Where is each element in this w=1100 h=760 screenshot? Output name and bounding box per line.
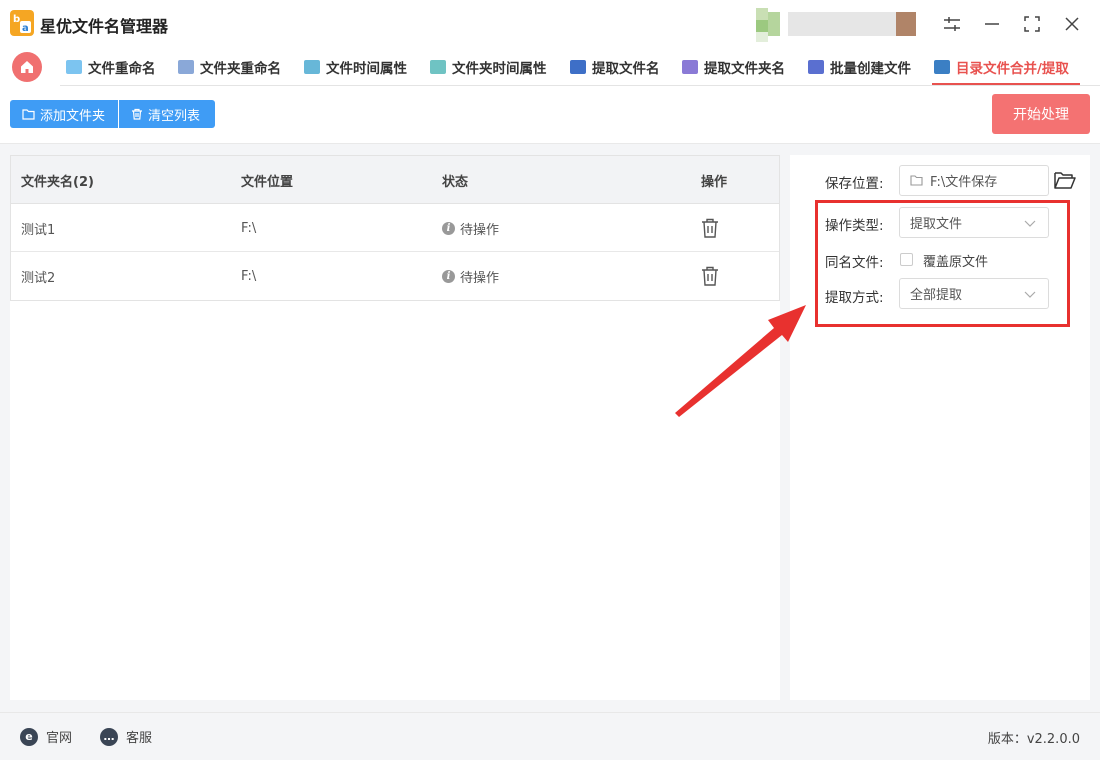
- save-path-field[interactable]: F:\文件保存: [899, 165, 1049, 196]
- toolbar: 添加文件夹 清空列表 开始处理: [0, 86, 1100, 144]
- minimize-icon[interactable]: [980, 12, 1004, 36]
- support-link[interactable]: … 客服: [100, 727, 152, 746]
- browser-icon: e: [20, 727, 38, 746]
- tab-extract-foldername[interactable]: 提取文件夹名: [682, 56, 785, 78]
- info-icon: i: [442, 269, 455, 283]
- header-location: 文件位置: [241, 174, 294, 190]
- table-row[interactable]: 测试1 F:\ i 待操作: [11, 204, 779, 252]
- header-action: 操作: [701, 174, 728, 190]
- dir-merge-icon: [934, 60, 950, 74]
- maximize-icon[interactable]: [1020, 12, 1044, 36]
- file-rename-icon: [66, 60, 82, 74]
- header-status: 状态: [442, 174, 469, 190]
- delete-row-button[interactable]: [701, 252, 719, 300]
- add-folder-button[interactable]: 添加文件夹: [10, 100, 118, 128]
- extract-foldername-icon: [682, 60, 698, 74]
- trash-icon: [702, 266, 718, 286]
- tab-file-time[interactable]: 文件时间属性: [304, 56, 407, 78]
- row-folder-name: 测试2: [21, 270, 56, 286]
- clear-list-button[interactable]: 清空列表: [119, 100, 215, 128]
- table-row[interactable]: 测试2 F:\ i 待操作: [11, 252, 779, 300]
- row-status: i 待操作: [442, 252, 499, 300]
- row-location: F:\: [241, 220, 257, 236]
- app-title: 星优文件名管理器: [40, 17, 169, 36]
- annotation-arrow: [675, 305, 806, 417]
- app-logo-icon: b a: [10, 10, 34, 36]
- chat-icon: …: [100, 727, 118, 746]
- file-list-panel: 文件夹名(2) 文件位置 状态 操作 测试1 F:\ i 待操作 测试2 F:\ …: [10, 155, 780, 700]
- tab-batch-create[interactable]: 批量创建文件: [808, 56, 911, 78]
- title-bar: b a 星优文件名管理器: [0, 0, 1100, 48]
- tab-extract-filename[interactable]: 提取文件名: [570, 56, 660, 78]
- footer: e 官网 … 客服 版本：v2.2.0.0: [0, 712, 1100, 760]
- home-icon: [21, 61, 33, 73]
- delete-row-button[interactable]: [701, 204, 719, 252]
- settings-panel: 保存位置: F:\文件保存 操作类型: 提取文件 同名文件: 覆盖原文件 提取方…: [790, 155, 1090, 700]
- highlight-box: [815, 200, 1070, 327]
- svg-text:b: b: [13, 14, 20, 25]
- tab-folder-rename[interactable]: 文件夹重命名: [178, 56, 281, 78]
- save-location-label: 保存位置:: [825, 176, 884, 192]
- folder-icon: [910, 175, 923, 186]
- version-label: 版本：v2.2.0.0: [987, 732, 1080, 747]
- svg-text:a: a: [22, 23, 29, 34]
- file-time-icon: [304, 60, 320, 74]
- home-button[interactable]: [12, 52, 42, 82]
- tab-bar: 文件重命名 文件夹重命名 文件时间属性 文件夹时间属性 提取文件名 提取文件夹名…: [0, 48, 1100, 86]
- tab-folder-time[interactable]: 文件夹时间属性: [430, 56, 547, 78]
- tab-file-rename[interactable]: 文件重命名: [66, 56, 156, 78]
- trash-icon: [702, 218, 718, 238]
- website-link[interactable]: e 官网: [20, 727, 72, 746]
- row-status: i 待操作: [442, 204, 499, 252]
- folder-time-icon: [430, 60, 446, 74]
- close-icon[interactable]: [1060, 12, 1084, 36]
- settings-icon[interactable]: [940, 12, 964, 36]
- user-avatar[interactable]: [756, 8, 926, 42]
- trash-icon: [132, 108, 142, 120]
- extract-filename-icon: [570, 60, 586, 74]
- tab-dir-merge-extract[interactable]: 目录文件合并/提取: [934, 56, 1069, 78]
- table-header: 文件夹名(2) 文件位置 状态 操作: [11, 156, 779, 204]
- folder-table: 文件夹名(2) 文件位置 状态 操作 测试1 F:\ i 待操作 测试2 F:\ …: [10, 155, 780, 301]
- active-tab-indicator: [932, 83, 1080, 85]
- start-process-button[interactable]: 开始处理: [992, 94, 1090, 134]
- row-folder-name: 测试1: [21, 222, 56, 238]
- browse-folder-icon[interactable]: [1054, 171, 1076, 190]
- row-location: F:\: [241, 268, 257, 284]
- folder-icon: [22, 108, 35, 120]
- folder-rename-icon: [178, 60, 194, 74]
- batch-create-icon: [808, 60, 824, 74]
- header-folder-name: 文件夹名(2): [21, 174, 94, 190]
- info-icon: i: [442, 221, 455, 235]
